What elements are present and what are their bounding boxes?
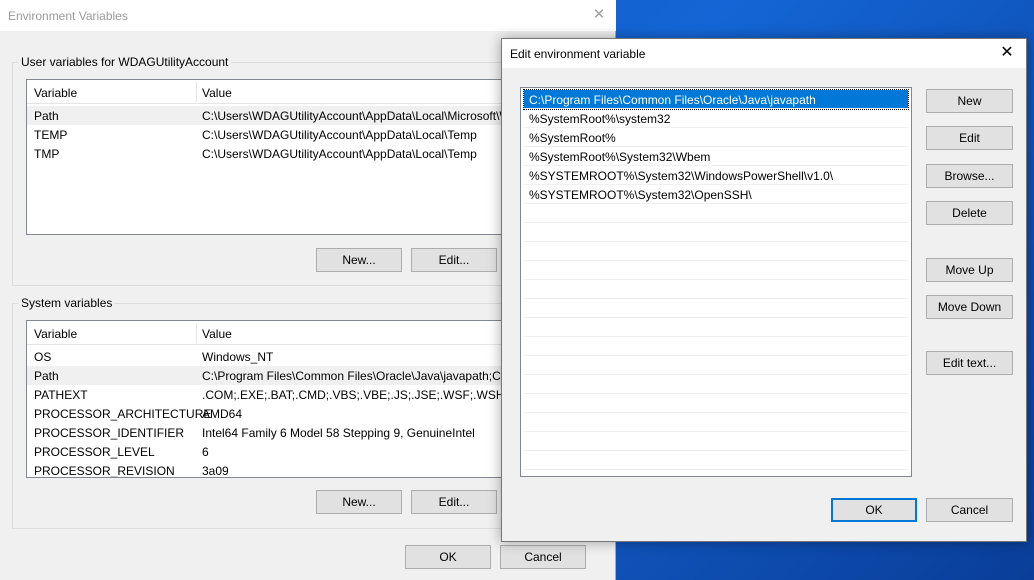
system-new-button[interactable]: New... — [316, 490, 402, 514]
empty-list-item[interactable] — [524, 261, 908, 280]
variable-value: Windows_NT — [202, 350, 274, 364]
variable-value: C:\Users\WDAGUtilityAccount\AppData\Loca… — [202, 128, 477, 142]
list-item[interactable]: %SYSTEMROOT%\System32\WindowsPowerShell\… — [524, 166, 908, 185]
env-ok-button[interactable]: OK — [405, 545, 491, 569]
path-entry: %SYSTEMROOT%\System32\OpenSSH\ — [529, 188, 752, 202]
edit-titlebar: Edit environment variable ✕ — [502, 39, 1026, 68]
empty-list-item[interactable] — [524, 242, 908, 261]
list-item[interactable]: %SystemRoot%\system32 — [524, 109, 908, 128]
edit-dialog-title: Edit environment variable — [510, 47, 646, 61]
empty-list-item[interactable] — [524, 375, 908, 394]
variable-value: 6 — [202, 445, 209, 459]
variable-name: PROCESSOR_REVISION — [34, 464, 175, 478]
path-entry: %SystemRoot%\system32 — [529, 112, 671, 126]
variable-name: TMP — [34, 147, 60, 161]
browse-button[interactable]: Browse... — [926, 164, 1013, 188]
empty-list-item[interactable] — [524, 413, 908, 432]
close-icon[interactable]: ✕ — [588, 4, 610, 26]
move-up-button[interactable]: Move Up — [926, 258, 1013, 282]
system-edit-button[interactable]: Edit... — [411, 490, 497, 514]
column-divider[interactable] — [196, 82, 197, 102]
empty-list-item[interactable] — [524, 223, 908, 242]
variable-name: PROCESSOR_LEVEL — [34, 445, 155, 459]
variable-value: AMD64 — [202, 407, 243, 421]
empty-list-item[interactable] — [524, 394, 908, 413]
new-button[interactable]: New — [926, 89, 1013, 113]
env-titlebar: Environment Variables ✕ — [0, 0, 616, 31]
path-entry: %SYSTEMROOT%\System32\WindowsPowerShell\… — [529, 169, 834, 183]
empty-list-item[interactable] — [524, 432, 908, 451]
edit-button[interactable]: Edit — [926, 126, 1013, 150]
variable-name: OS — [34, 350, 52, 364]
move-down-button[interactable]: Move Down — [926, 295, 1013, 319]
env-cancel-button[interactable]: Cancel — [500, 545, 586, 569]
variable-name: Path — [34, 109, 59, 123]
env-window-title: Environment Variables — [8, 9, 128, 23]
variable-name: PATHEXT — [34, 388, 88, 402]
path-entry: %SystemRoot% — [529, 131, 616, 145]
variable-name: TEMP — [34, 128, 68, 142]
empty-list-item[interactable] — [524, 299, 908, 318]
user-new-button[interactable]: New... — [316, 248, 402, 272]
path-entry: %SystemRoot%\System32\Wbem — [529, 150, 711, 164]
variable-value: .COM;.EXE;.BAT;.CMD;.VBS;.VBE;.JS;.JSE;.… — [202, 388, 538, 402]
edit-environment-variable-dialog: Edit environment variable ✕ C:\Program F… — [501, 38, 1027, 542]
delete-button[interactable]: Delete — [926, 201, 1013, 225]
variable-name: PROCESSOR_ARCHITECTURE — [34, 407, 212, 421]
cancel-button[interactable]: Cancel — [926, 498, 1013, 522]
column-header-value[interactable]: Value — [202, 86, 232, 100]
path-entries-list[interactable]: C:\Program Files\Common Files\Oracle\Jav… — [520, 87, 912, 477]
empty-list-item[interactable] — [524, 280, 908, 299]
empty-list-item[interactable] — [524, 337, 908, 356]
edit-text-button[interactable]: Edit text... — [926, 351, 1013, 375]
list-item[interactable]: C:\Program Files\Common Files\Oracle\Jav… — [523, 89, 909, 110]
column-header-value[interactable]: Value — [202, 327, 232, 341]
empty-list-item[interactable] — [524, 318, 908, 337]
list-item[interactable]: %SystemRoot% — [524, 128, 908, 147]
empty-list-item[interactable] — [524, 356, 908, 375]
variable-value: Intel64 Family 6 Model 58 Stepping 9, Ge… — [202, 426, 475, 440]
system-variables-label: System variables — [18, 296, 116, 310]
list-item[interactable]: %SYSTEMROOT%\System32\OpenSSH\ — [524, 185, 908, 204]
variable-value: C:\Users\WDAGUtilityAccount\AppData\Loca… — [202, 147, 477, 161]
column-divider[interactable] — [196, 323, 197, 343]
user-variables-label: User variables for WDAGUtilityAccount — [18, 55, 232, 69]
path-entry: C:\Program Files\Common Files\Oracle\Jav… — [529, 93, 816, 107]
empty-list-item[interactable] — [524, 451, 908, 470]
variable-value: 3a09 — [202, 464, 229, 478]
empty-list-item[interactable] — [524, 204, 908, 223]
variable-name: Path — [34, 369, 59, 383]
column-header-variable[interactable]: Variable — [34, 86, 77, 100]
close-icon[interactable]: ✕ — [996, 42, 1018, 64]
variable-name: PROCESSOR_IDENTIFIER — [34, 426, 185, 440]
column-header-variable[interactable]: Variable — [34, 327, 77, 341]
ok-button[interactable]: OK — [831, 498, 917, 522]
list-item[interactable]: %SystemRoot%\System32\Wbem — [524, 147, 908, 166]
user-edit-button[interactable]: Edit... — [411, 248, 497, 272]
